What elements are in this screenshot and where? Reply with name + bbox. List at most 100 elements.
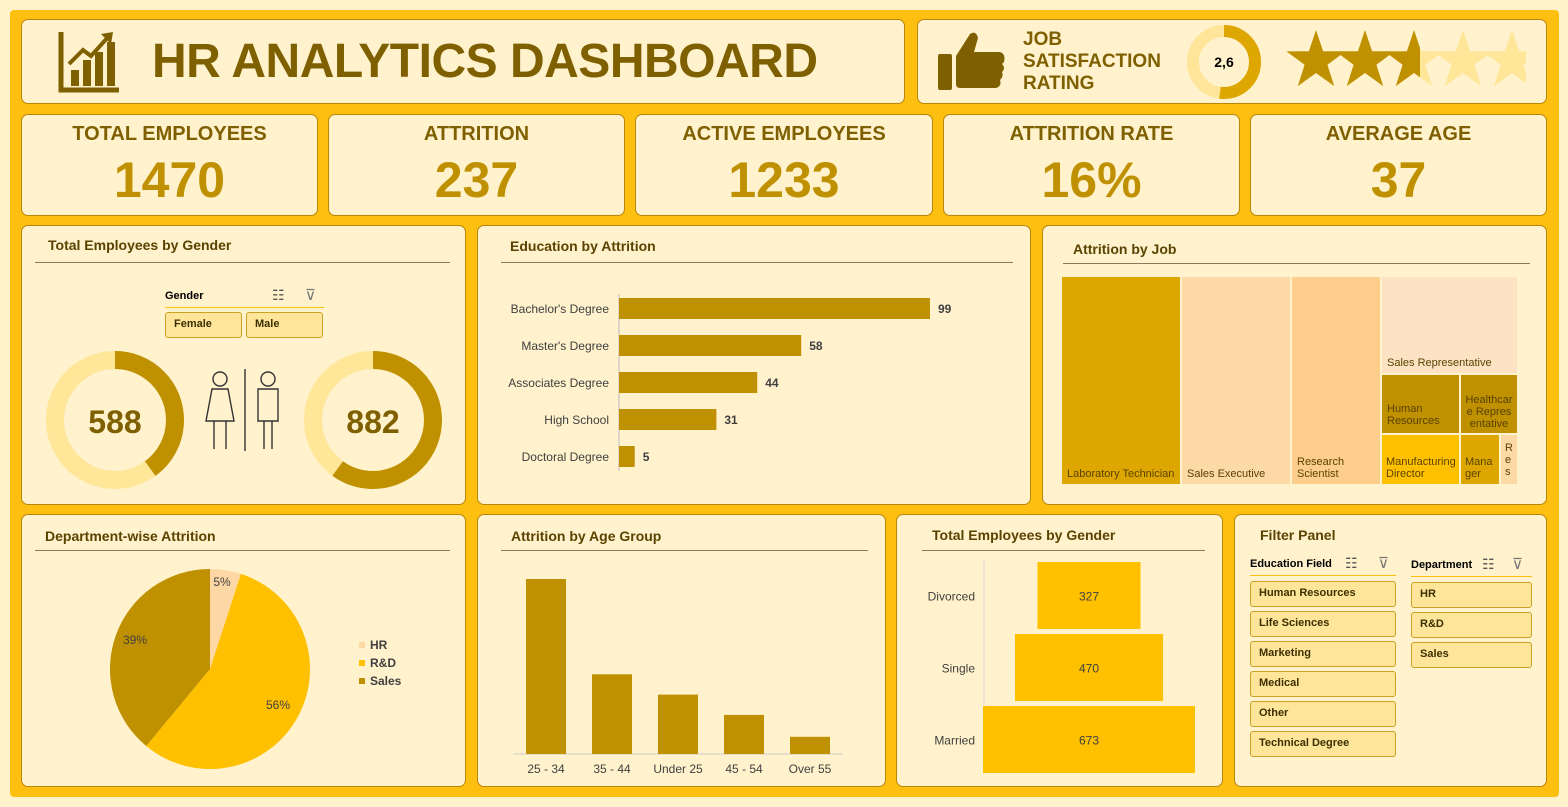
treemap-label: Healthcare Representative [1465, 394, 1513, 430]
kpi-label: ATTRITION [423, 123, 530, 145]
divider [1063, 263, 1530, 264]
treemap-cell: Research Scientist [1291, 276, 1381, 485]
treemap-label: Human Resources [1387, 403, 1440, 427]
slicer-option-education[interactable]: Human Resources [1250, 581, 1396, 607]
slicer-option-education[interactable]: Medical [1250, 671, 1396, 697]
treemap-label: Manufacturing Director [1386, 456, 1456, 480]
category-label: 45 - 54 [725, 762, 763, 776]
slicer-option-department[interactable]: R&D [1411, 612, 1532, 638]
star-icon [1482, 30, 1526, 87]
treemap-label: Res [1505, 442, 1513, 478]
slicer-option-education[interactable]: Life Sciences [1250, 611, 1396, 637]
category-label: Bachelor's Degree [511, 302, 610, 316]
bar [619, 298, 930, 319]
data-label: 31 [724, 413, 738, 427]
slicer-option-department[interactable]: Sales [1411, 642, 1532, 668]
legend-label: R&D [370, 656, 396, 670]
legend-label: HR [370, 638, 388, 652]
kpi-total-employees: TOTAL EMPLOYEES 1470 [21, 114, 318, 216]
kpi-value: 16% [1041, 152, 1142, 208]
department-slicer-label: Department [1411, 559, 1473, 571]
category-label: Under 25 [653, 762, 703, 776]
satisfaction-card: JOB SATISFACTION RATING 2,6 [917, 19, 1547, 104]
data-label: 673 [1079, 734, 1099, 748]
star-icon [1384, 30, 1444, 87]
star-icon [1433, 30, 1493, 87]
bar [619, 335, 802, 356]
bar [724, 714, 764, 754]
female-count: 588 [88, 404, 141, 440]
clear-filter-icon[interactable]: ⊽ [1378, 554, 1389, 572]
treemap-cell: Res [1500, 434, 1518, 485]
department-card: Department-wise Attrition 5% 56% 39% HR R&D S… [21, 514, 466, 787]
gender-donuts: 588 882 [46, 351, 442, 489]
kpi-label: AVERAGE AGE [1325, 123, 1472, 145]
satisfaction-label: JOB SATISFACTION RATING [1023, 29, 1161, 95]
kpi-label: TOTAL EMPLOYEES [72, 123, 267, 145]
marital-funnel-chart: 327 Divorced 470 Single 673 Married [928, 558, 1195, 773]
category-label: Divorced [928, 590, 975, 604]
age-card: Attrition by Age Group 25 - 34 35 - 44 Und… [477, 514, 886, 787]
data-label: 5 [643, 450, 650, 464]
slicer-option-education[interactable]: Marketing [1250, 641, 1396, 667]
treemap-label: Sales Representative [1387, 357, 1492, 369]
thumbs-up-icon [938, 32, 1005, 90]
bar [526, 579, 566, 754]
treemap-label: Manager [1465, 456, 1493, 480]
data-label: 44 [765, 376, 779, 390]
kpi-attrition: ATTRITION 237 [328, 114, 625, 216]
data-label: 99 [938, 302, 952, 316]
category-label: Master's Degree [521, 339, 609, 353]
clear-filter-icon[interactable]: ⊽ [1512, 555, 1523, 573]
category-label: Over 55 [789, 762, 832, 776]
bar [592, 674, 632, 754]
legend-label: Sales [370, 674, 402, 688]
education-bar-chart: Bachelor's Degree 99 Master's Degree 58 Asso… [508, 294, 952, 471]
data-label: 327 [1079, 590, 1099, 604]
multi-select-icon[interactable]: ☷ [1482, 556, 1495, 573]
filter-panel: Filter Panel Education Field ☷ ⊽ Human R… [1234, 514, 1547, 787]
kpi-value: 1470 [113, 152, 226, 208]
data-label: 5% [213, 575, 231, 589]
category-label: High School [544, 413, 609, 427]
satisfaction-label-line-2: SATISFACTION [1023, 51, 1161, 72]
star-icon [1286, 30, 1346, 87]
slicer-option-department[interactable]: HR [1411, 582, 1532, 608]
category-label: 25 - 34 [527, 762, 565, 776]
age-bar-chart: 25 - 34 35 - 44 Under 25 45 - 54 Over 55 [513, 579, 843, 776]
data-label: 470 [1079, 662, 1099, 676]
bar [619, 372, 758, 393]
education-card: Education by Attrition Bachelor's Degree… [477, 225, 1031, 505]
kpi-label: ATTRITION RATE [1009, 123, 1174, 145]
slicer-option-education[interactable]: Technical Degree [1250, 731, 1396, 757]
legend-marker [359, 642, 365, 648]
slicer-option-education[interactable]: Other [1250, 701, 1396, 727]
kpi-active-employees: ACTIVE EMPLOYEES 1233 [635, 114, 933, 216]
slicer-divider [1250, 575, 1396, 576]
treemap-cell: Sales Executive [1181, 276, 1291, 485]
kpi-value: 1233 [728, 152, 840, 208]
category-label: Married [934, 734, 975, 748]
treemap-cell: Sales Representative [1381, 276, 1518, 374]
category-label: Doctoral Degree [522, 450, 610, 464]
category-label: Associates Degree [508, 376, 609, 390]
treemap-cell: Manager [1460, 434, 1500, 485]
job-card: Attrition by Job Laboratory Technician S… [1042, 225, 1547, 505]
kpi-label: ACTIVE EMPLOYEES [682, 123, 886, 145]
treemap-label: Laboratory Technician [1067, 468, 1175, 480]
treemap-cell: Healthcare Representative [1460, 374, 1518, 434]
female-person-icon [205, 371, 235, 449]
treemap-label: Sales Executive [1187, 468, 1266, 480]
kpi-average-age: AVERAGE AGE 37 [1250, 114, 1547, 216]
card-title: Filter Panel [1260, 527, 1336, 543]
satisfaction-value: 2,6 [1214, 54, 1234, 70]
bar [619, 446, 635, 467]
data-label: 56% [266, 698, 290, 712]
marital-card: Total Employees by Gender 327 Divorced 470… [896, 514, 1223, 787]
satisfaction-gauge: 2,6 [1187, 25, 1261, 99]
treemap-cell: Human Resources [1381, 374, 1460, 434]
header-card: HR ANALYTICS DASHBOARD [21, 19, 905, 104]
category-label: 35 - 44 [593, 762, 631, 776]
multi-select-icon[interactable]: ☷ [1345, 555, 1358, 572]
kpi-value: 237 [434, 152, 519, 208]
